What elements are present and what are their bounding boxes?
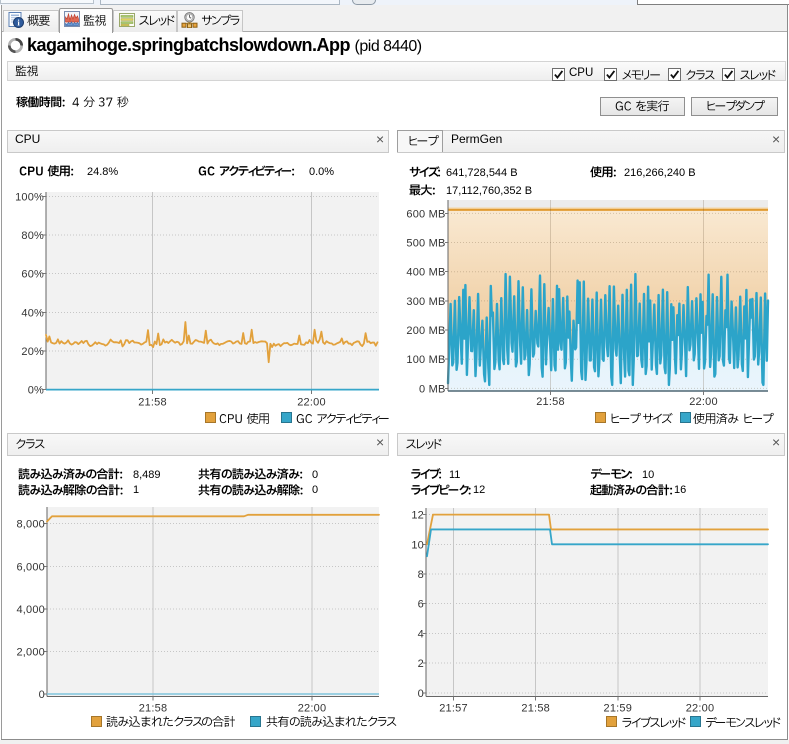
svg-text:6,000: 6,000 [16, 561, 45, 573]
svg-text:0: 0 [418, 688, 424, 700]
svg-text:21:58: 21:58 [536, 396, 565, 408]
svg-text:22:00: 22:00 [689, 396, 718, 408]
svg-text:22:00: 22:00 [297, 397, 326, 409]
svg-text:500 MB: 500 MB [406, 238, 445, 250]
svg-text:2: 2 [418, 658, 424, 670]
svg-text:60%: 60% [21, 269, 44, 281]
svg-text:0 MB: 0 MB [419, 383, 445, 395]
svg-text:8,000: 8,000 [16, 519, 45, 531]
svg-text:400 MB: 400 MB [406, 267, 445, 279]
svg-text:200 MB: 200 MB [406, 325, 445, 337]
svg-text:100 MB: 100 MB [406, 354, 445, 366]
svg-text:0: 0 [39, 689, 45, 701]
svg-text:22:00: 22:00 [686, 703, 715, 715]
svg-text:10: 10 [411, 539, 424, 551]
svg-text:0%: 0% [28, 385, 44, 397]
svg-text:4: 4 [418, 628, 424, 640]
svg-text:40%: 40% [21, 307, 44, 319]
svg-text:22:00: 22:00 [298, 703, 327, 713]
svg-text:20%: 20% [21, 346, 44, 358]
svg-text:4,000: 4,000 [16, 604, 45, 616]
svg-text:80%: 80% [21, 230, 44, 242]
svg-text:600 MB: 600 MB [406, 208, 445, 220]
svg-text:2,000: 2,000 [16, 646, 45, 658]
svg-text:21:58: 21:58 [139, 703, 168, 713]
svg-text:12: 12 [411, 510, 424, 522]
svg-text:300 MB: 300 MB [406, 296, 445, 308]
svg-text:21:58: 21:58 [521, 703, 550, 715]
svg-text:100%: 100% [15, 191, 44, 203]
svg-text:21:57: 21:57 [439, 703, 468, 715]
svg-text:21:58: 21:58 [138, 397, 167, 409]
svg-text:6: 6 [418, 599, 424, 611]
svg-text:21:59: 21:59 [604, 703, 633, 715]
svg-text:8: 8 [418, 569, 424, 581]
